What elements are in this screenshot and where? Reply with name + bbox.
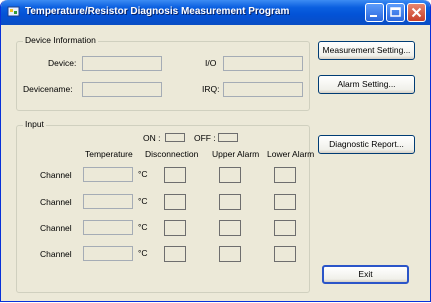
celsius-unit: °C — [138, 248, 148, 258]
title-bar[interactable]: Temperature/Resistor Diagnosis Measureme… — [1, 0, 430, 25]
diagnostic-report-button[interactable]: Diagnostic Report... — [318, 135, 415, 154]
device-label: Device: — [48, 58, 77, 68]
device-information-group: Device Information — [16, 35, 310, 111]
temperature-field[interactable] — [83, 246, 133, 261]
alarm-setting-button[interactable]: Alarm Setting... — [318, 75, 415, 94]
temperature-field[interactable] — [83, 194, 133, 209]
lower-alarm-indicator — [274, 220, 296, 236]
client-area: Device Information Device: I/O Devicenam… — [5, 25, 426, 297]
disconnection-indicator — [164, 220, 186, 236]
column-header-upper-alarm: Upper Alarm — [212, 149, 260, 159]
column-header-disconnection: Disconnection — [145, 149, 199, 159]
minimize-button[interactable] — [365, 3, 384, 22]
on-indicator-legend — [165, 133, 185, 142]
temperature-field[interactable] — [83, 167, 133, 182]
lower-alarm-indicator — [274, 246, 296, 262]
measurement-setting-button[interactable]: Measurement Setting... — [318, 41, 415, 60]
io-field[interactable] — [223, 56, 303, 71]
temperature-field[interactable] — [83, 220, 133, 235]
on-label: ON : — [143, 133, 161, 143]
upper-alarm-indicator — [219, 194, 241, 210]
column-header-lower-alarm: Lower Alarm — [267, 149, 315, 159]
app-icon — [7, 6, 20, 17]
close-icon — [411, 7, 422, 18]
celsius-unit: °C — [138, 196, 148, 206]
off-indicator-legend — [218, 133, 238, 142]
devicename-field[interactable] — [82, 82, 162, 97]
io-label: I/O — [205, 58, 217, 68]
device-information-legend: Device Information — [23, 35, 98, 45]
upper-alarm-indicator — [219, 167, 241, 183]
channel-label: Channel — [40, 249, 72, 259]
window-title: Temperature/Resistor Diagnosis Measureme… — [25, 6, 290, 17]
channel-label: Channel — [40, 197, 72, 207]
minimize-icon — [370, 15, 377, 17]
maximize-icon — [390, 7, 401, 17]
lower-alarm-indicator — [274, 167, 296, 183]
lower-alarm-indicator — [274, 194, 296, 210]
main-window: Temperature/Resistor Diagnosis Measureme… — [0, 0, 431, 302]
input-legend: Input — [23, 119, 46, 129]
channel-label: Channel — [40, 223, 72, 233]
maximize-button[interactable] — [386, 3, 405, 22]
celsius-unit: °C — [138, 169, 148, 179]
close-button[interactable] — [407, 3, 426, 22]
column-header-temperature: Temperature — [85, 149, 133, 159]
disconnection-indicator — [164, 246, 186, 262]
device-field[interactable] — [82, 56, 162, 71]
channel-label: Channel — [40, 170, 72, 180]
upper-alarm-indicator — [219, 246, 241, 262]
irq-label: IRQ: — [202, 84, 220, 94]
exit-button[interactable]: Exit — [322, 265, 409, 284]
celsius-unit: °C — [138, 222, 148, 232]
devicename-label: Devicename: — [23, 84, 73, 94]
irq-field[interactable] — [223, 82, 303, 97]
upper-alarm-indicator — [219, 220, 241, 236]
disconnection-indicator — [164, 167, 186, 183]
disconnection-indicator — [164, 194, 186, 210]
off-label: OFF : — [194, 133, 216, 143]
